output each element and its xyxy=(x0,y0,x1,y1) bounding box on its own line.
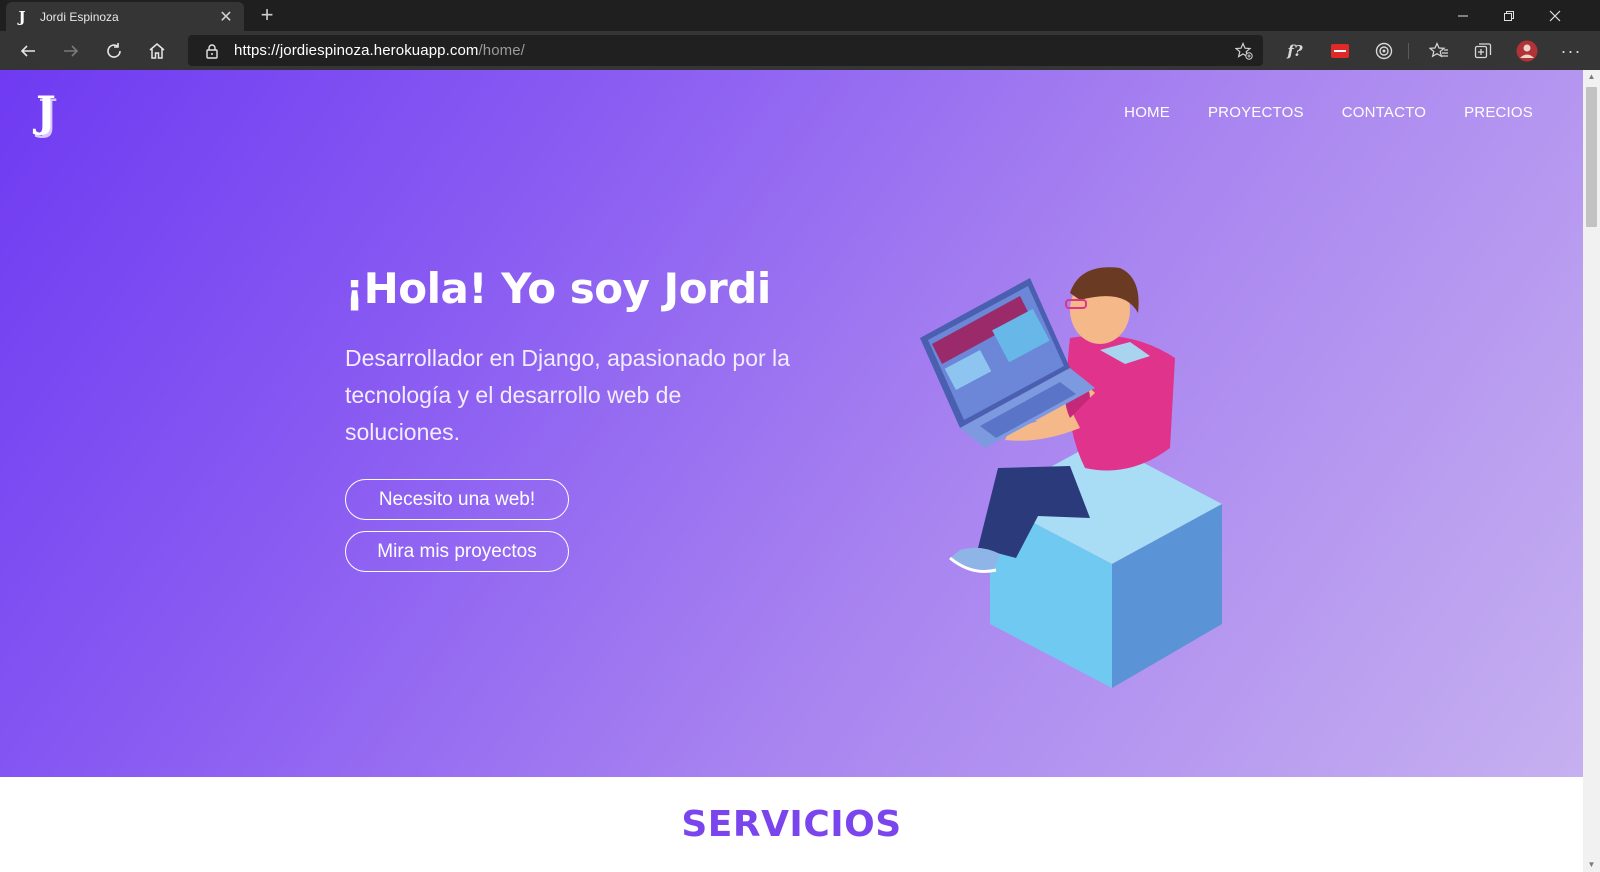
refresh-button[interactable] xyxy=(99,36,129,66)
page-scrollbar[interactable]: ▲ ▼ xyxy=(1583,70,1600,872)
nav-precios[interactable]: PRECIOS xyxy=(1464,104,1533,121)
minimize-button[interactable] xyxy=(1440,0,1486,31)
url-path: /home/ xyxy=(478,42,525,59)
arrow-right-icon xyxy=(64,45,79,57)
minimize-icon xyxy=(1458,15,1468,16)
more-menu-button[interactable]: ··· xyxy=(1556,36,1586,66)
back-button[interactable] xyxy=(13,36,43,66)
hero-section: J HOME PROYECTOS CONTACTO PRECIOS ¡Hola!… xyxy=(0,70,1583,777)
hero-description: Desarrollador en Django, apasionado por … xyxy=(345,345,790,445)
tab-close-icon[interactable]: ✕ xyxy=(216,7,236,27)
restore-button[interactable] xyxy=(1486,0,1532,31)
hero-title: ¡Hola! Yo soy Jordi xyxy=(345,264,771,313)
profile-avatar[interactable] xyxy=(1512,36,1542,66)
nav-contacto[interactable]: CONTACTO xyxy=(1342,104,1426,121)
collections-button[interactable] xyxy=(1468,36,1498,66)
url-text: https://jordiespinoza.herokuapp.com/home… xyxy=(234,42,525,59)
avatar-icon xyxy=(1516,40,1538,62)
tab-title: Jordi Espinoza xyxy=(40,9,119,24)
refresh-icon xyxy=(107,43,121,58)
target-icon xyxy=(1375,42,1393,60)
collections-icon xyxy=(1474,43,1492,59)
more-dots-icon: ··· xyxy=(1560,40,1582,61)
projects-button[interactable]: Mira mis proyectos xyxy=(345,531,569,572)
nav-home[interactable]: HOME xyxy=(1124,104,1170,121)
close-icon xyxy=(1549,10,1561,21)
address-bar[interactable]: https://jordiespinoza.herokuapp.com/home… xyxy=(188,35,1263,66)
tab-strip: J Jordi Espinoza ✕ + xyxy=(0,0,1600,31)
main-nav: HOME PROYECTOS CONTACTO PRECIOS xyxy=(1124,104,1533,121)
favorites-icon xyxy=(1429,42,1448,58)
page-viewport: J HOME PROYECTOS CONTACTO PRECIOS ¡Hola!… xyxy=(0,70,1600,872)
close-window-button[interactable] xyxy=(1532,0,1578,31)
site-logo[interactable]: J xyxy=(36,91,70,133)
tab-favicon: J xyxy=(18,7,26,26)
url-host: jordiespinoza.herokuapp.com xyxy=(279,42,479,59)
red-extension-icon xyxy=(1331,44,1349,58)
target-extension-button[interactable] xyxy=(1369,36,1399,66)
services-title: SERVICIOS xyxy=(681,804,902,845)
scroll-down-arrow-icon[interactable]: ▼ xyxy=(1583,858,1600,872)
services-section: SERVICIOS xyxy=(0,777,1583,872)
tab-active[interactable]: J Jordi Espinoza ✕ xyxy=(6,2,244,31)
need-web-button[interactable]: Necesito una web! xyxy=(345,479,569,520)
url-prefix: https:// xyxy=(234,42,280,59)
red-extension-button[interactable] xyxy=(1325,36,1355,66)
add-favorite-button[interactable] xyxy=(1233,40,1255,62)
browser-toolbar: https://jordiespinoza.herokuapp.com/home… xyxy=(0,31,1600,70)
restore-icon xyxy=(1504,10,1514,21)
forward-button[interactable] xyxy=(56,36,86,66)
scroll-up-arrow-icon[interactable]: ▲ xyxy=(1583,70,1600,84)
scrollbar-thumb[interactable] xyxy=(1586,87,1597,227)
home-button[interactable] xyxy=(142,36,172,66)
favorites-button[interactable] xyxy=(1424,36,1454,66)
lock-icon[interactable] xyxy=(204,43,220,59)
star-add-icon xyxy=(1235,42,1253,60)
new-tab-button[interactable]: + xyxy=(254,3,280,29)
arrow-left-icon xyxy=(20,45,35,57)
home-icon xyxy=(149,43,165,59)
developer-illustration xyxy=(920,267,1222,688)
formula-extension-button[interactable]: f? xyxy=(1280,36,1310,66)
toolbar-separator xyxy=(1408,43,1409,59)
nav-proyectos[interactable]: PROYECTOS xyxy=(1208,104,1304,121)
